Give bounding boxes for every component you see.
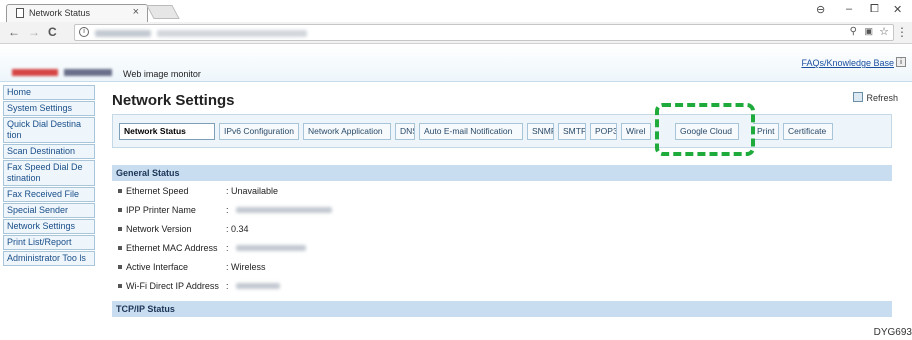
sidebar-item-quick-dial-destination[interactable]: Quick Dial Destina tion (3, 117, 95, 143)
faq-link[interactable]: FAQs/Knowledge Base (801, 58, 894, 68)
refresh-button[interactable]: Refresh (853, 92, 898, 103)
status-label: Network Version (126, 224, 192, 234)
tab-auto-email-notification[interactable]: Auto E-mail Notification (419, 123, 523, 140)
tab-smtp[interactable]: SMTP (558, 123, 586, 140)
tab-ipv6-configuration[interactable]: IPv6 Configuration (219, 123, 299, 140)
forward-button[interactable]: → (28, 25, 40, 39)
maximize-button[interactable]: ⧠ (870, 3, 879, 16)
status-value: : Unavailable (226, 186, 279, 196)
translate-icon[interactable]: ▣ (864, 26, 873, 37)
browser-tab-title: Network Status (29, 8, 91, 18)
minimize-button[interactable]: – (846, 3, 852, 15)
refresh-icon (853, 92, 864, 102)
browser-tab-strip: Network Status × ⊖ – ⧠ ✕ (0, 0, 912, 22)
status-row-ipp-printer-name: IPP Printer Name : (112, 201, 892, 219)
tab-pop3[interactable]: POP3 (590, 123, 617, 140)
model-name-blurred (64, 69, 112, 76)
general-status-heading: General Status (112, 165, 892, 181)
tab-certificate[interactable]: Certificate (783, 123, 833, 140)
help-icon[interactable]: i (896, 57, 906, 67)
google-cloud-highlight (655, 103, 755, 156)
status-label: IPP Printer Name (126, 205, 196, 215)
redacted-value (236, 245, 306, 251)
redacted-value (236, 283, 280, 289)
reload-button[interactable]: C (48, 25, 57, 39)
brand-logo (12, 69, 58, 76)
tab-dns[interactable]: DNS (395, 123, 415, 140)
status-row-ethernet-mac-address: Ethernet MAC Address : (112, 239, 892, 257)
status-label: Ethernet Speed (126, 186, 189, 196)
bullet-icon (118, 189, 122, 193)
page-title: Network Settings (112, 92, 235, 109)
new-tab-button[interactable] (146, 5, 180, 19)
status-label: Active Interface (126, 262, 189, 272)
status-value: : Wireless (226, 262, 266, 272)
sidebar-item-special-sender[interactable]: Special Sender (3, 203, 95, 218)
tab-wireless[interactable]: Wirel (621, 123, 651, 140)
browser-menu-icon[interactable]: ⋮ (896, 25, 908, 39)
url-host-blurred (95, 30, 151, 37)
tab-snmp[interactable]: SNMP (527, 123, 554, 140)
tab-network-status[interactable]: Network Status (119, 123, 215, 140)
sidebar-item-system-settings[interactable]: System Settings (3, 101, 95, 116)
bullet-icon (118, 246, 122, 250)
back-button[interactable]: ← (8, 25, 20, 39)
status-value: : (226, 243, 229, 253)
bullet-icon (118, 208, 122, 212)
redacted-value (236, 207, 332, 213)
status-row-active-interface: Active Interface : Wireless (112, 258, 892, 276)
browser-tab[interactable]: Network Status × (6, 4, 148, 22)
info-icon[interactable]: i (79, 27, 89, 37)
profile-icon[interactable]: ⊖ (816, 3, 825, 16)
close-tab-icon[interactable]: × (133, 6, 139, 18)
tcpip-status-heading: TCP/IP Status (112, 301, 892, 317)
status-row-wifi-direct-ip: Wi-Fi Direct IP Address : (112, 277, 892, 295)
refresh-label: Refresh (866, 93, 898, 103)
browser-toolbar: ← → C i ⚲ ▣ ☆ ⋮ (0, 22, 912, 44)
status-row-ethernet-speed: Ethernet Speed : Unavailable (112, 182, 892, 200)
monitor-header: Web image monitor FAQs/Knowledge Base i (0, 44, 912, 82)
close-window-button[interactable]: ✕ (893, 3, 902, 16)
settings-tab-bar: Network Status IPv6 Configuration Networ… (112, 114, 892, 148)
status-row-network-version: Network Version : 0.34 (112, 220, 892, 238)
bullet-icon (118, 284, 122, 288)
bookmark-star-icon[interactable]: ☆ (879, 25, 889, 38)
status-value: : 0.34 (226, 224, 249, 234)
sidebar-item-scan-destination[interactable]: Scan Destination (3, 144, 95, 159)
bullet-icon (118, 227, 122, 231)
tab-print[interactable]: Print (753, 123, 779, 140)
sidebar-item-home[interactable]: Home (3, 85, 95, 100)
monitor-title: Web image monitor (123, 69, 201, 79)
status-label: Ethernet MAC Address (126, 243, 218, 253)
document-icon (16, 8, 24, 18)
figure-id: DYG693 (873, 327, 912, 338)
status-value: : (226, 205, 229, 215)
zoom-icon[interactable]: ⚲ (850, 26, 857, 37)
address-bar[interactable]: i ⚲ ▣ ☆ (74, 24, 894, 41)
sidebar-item-print-list-report[interactable]: Print List/Report (3, 235, 95, 250)
status-value: : (226, 281, 229, 291)
status-label: Wi-Fi Direct IP Address (126, 281, 219, 291)
sidebar-item-fax-speed-dial-destination[interactable]: Fax Speed Dial De stination (3, 160, 95, 186)
url-path-blurred (157, 30, 307, 37)
sidebar-item-network-settings[interactable]: Network Settings (3, 219, 95, 234)
sidebar-item-administrator-tools[interactable]: Administrator Too ls (3, 251, 95, 266)
bullet-icon (118, 265, 122, 269)
sidebar-item-fax-received-file[interactable]: Fax Received File (3, 187, 95, 202)
sidebar-menu: Home System Settings Quick Dial Destina … (3, 85, 95, 267)
tab-network-application[interactable]: Network Application (303, 123, 391, 140)
